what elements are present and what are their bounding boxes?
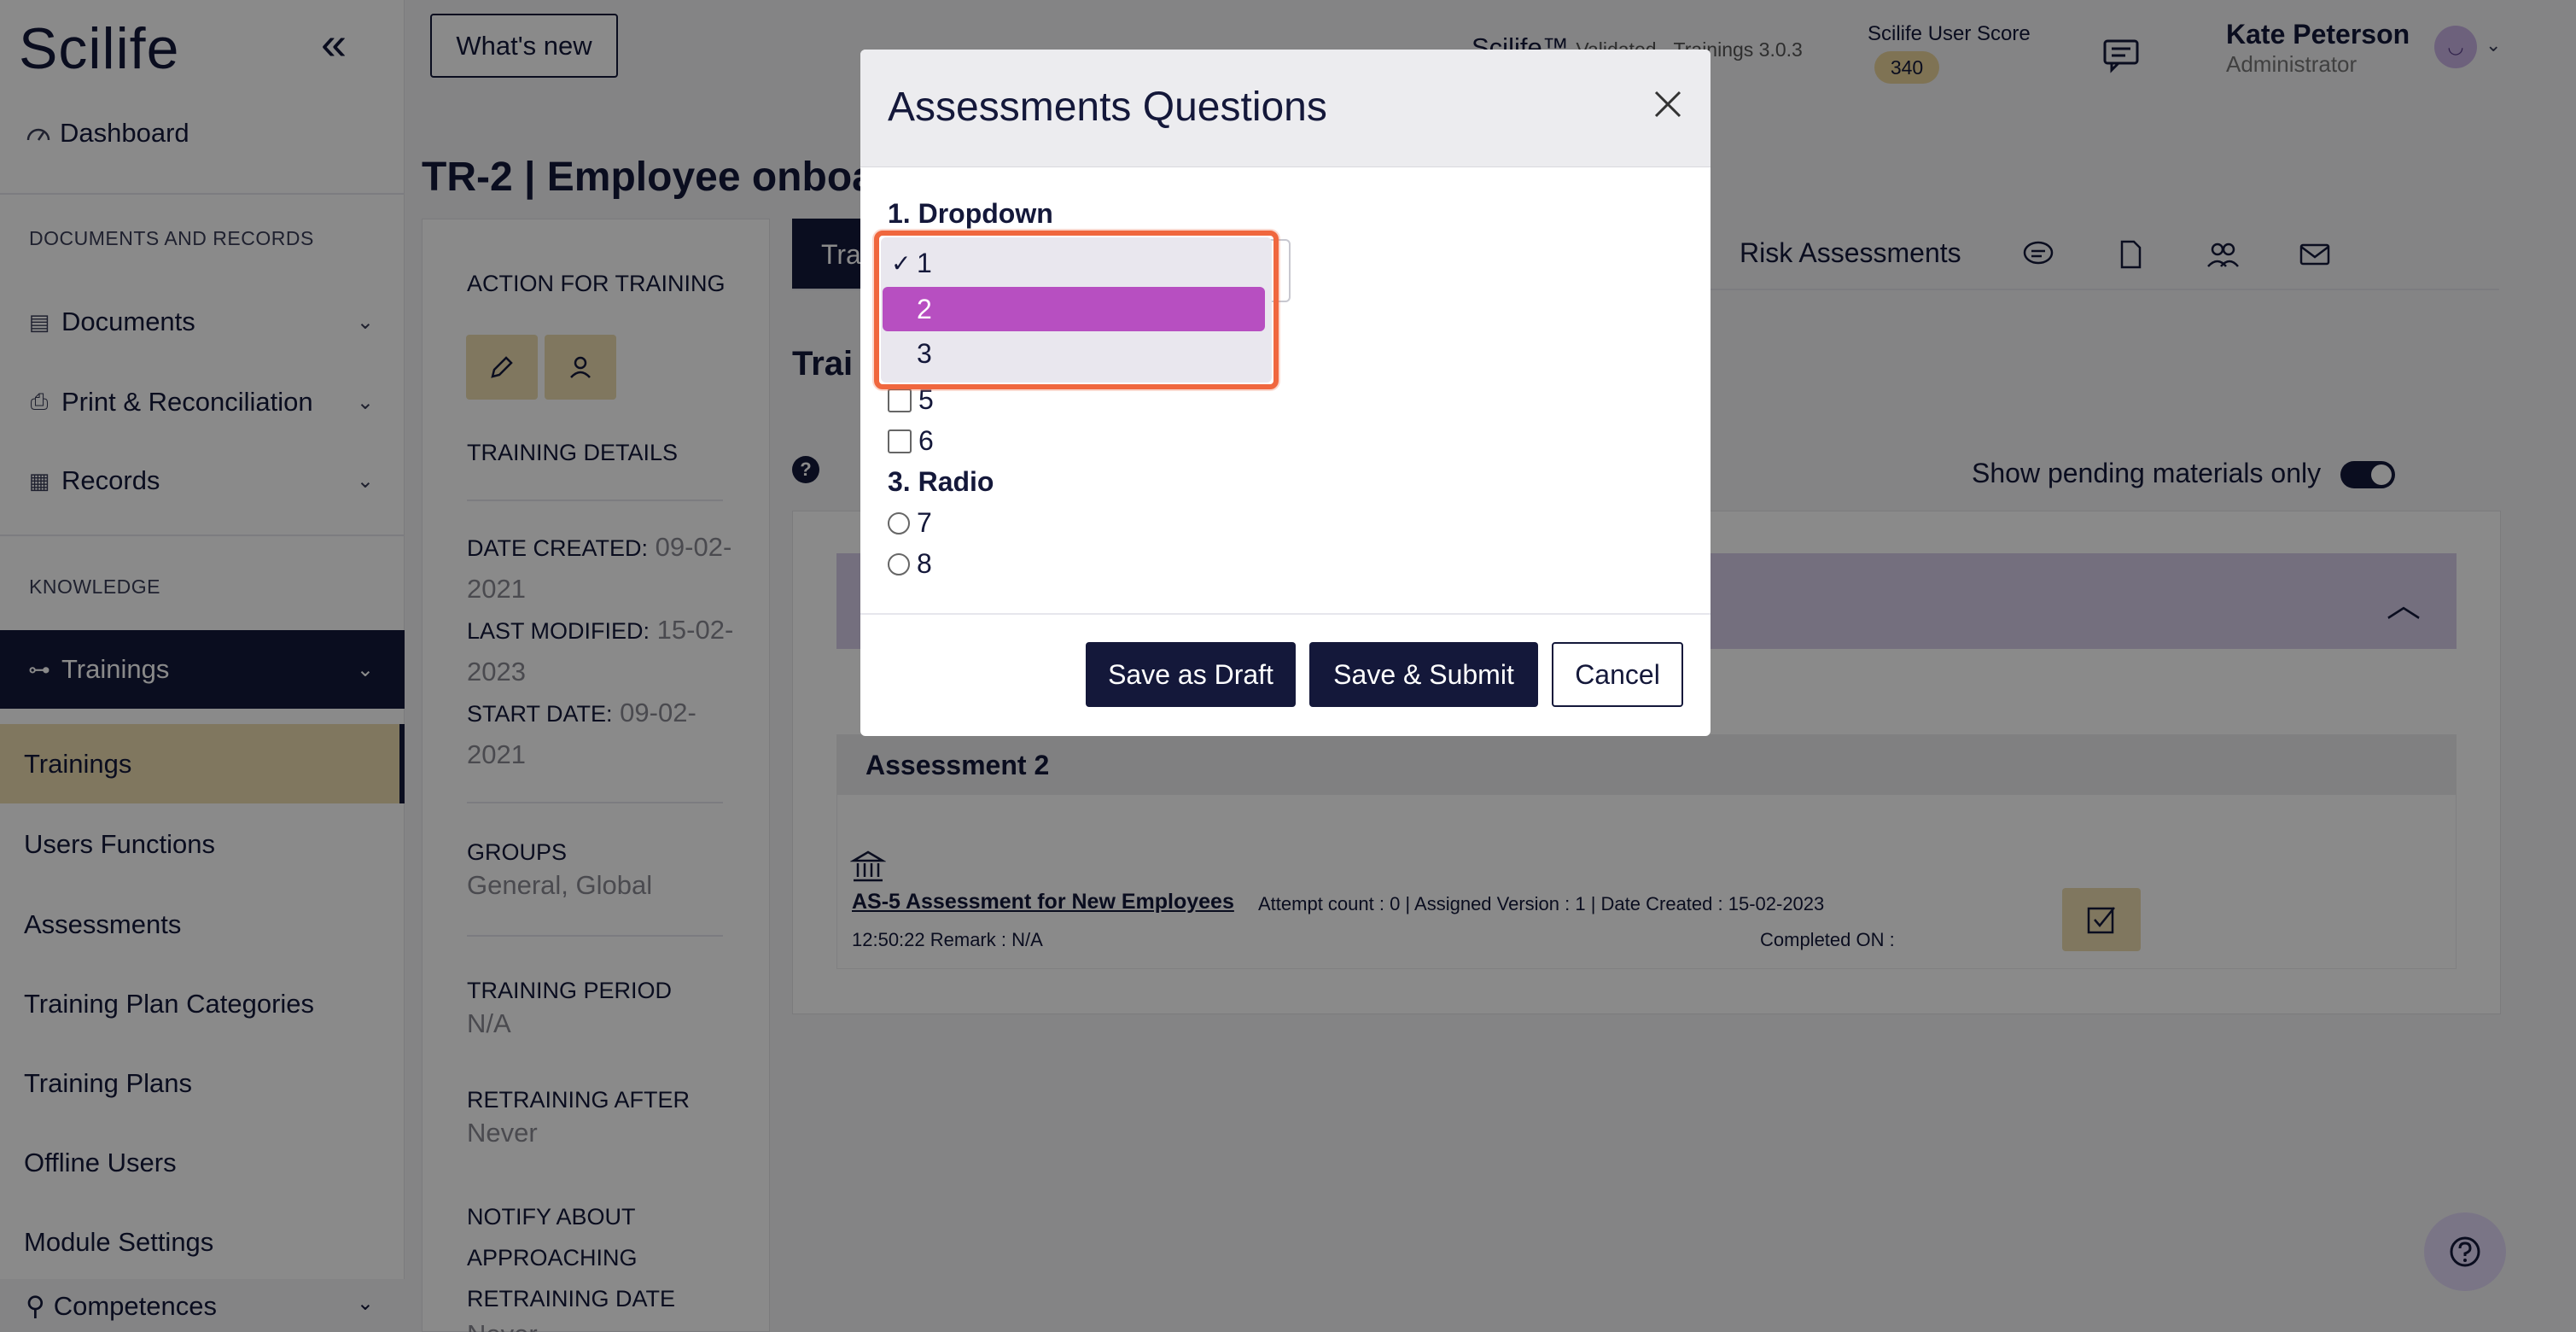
close-icon[interactable]	[1647, 84, 1688, 125]
cancel-button[interactable]: Cancel	[1552, 642, 1683, 707]
radio-button[interactable]	[888, 552, 910, 575]
question-1-title: 1. Dropdown	[888, 198, 1053, 229]
question-3-option[interactable]: 8	[888, 548, 932, 580]
assessments-questions-modal: Assessments Questions 1. Dropdown 5 6 3.…	[860, 50, 1711, 736]
dropdown-options-list: 1 2 3	[881, 237, 1272, 383]
checkbox[interactable]	[888, 429, 912, 453]
modal-header: Assessments Questions	[860, 50, 1711, 167]
checkbox[interactable]	[888, 388, 912, 412]
divider	[860, 613, 1711, 615]
save-and-submit-button[interactable]: Save & Submit	[1309, 642, 1538, 707]
question-3-option[interactable]: 7	[888, 507, 932, 539]
dropdown-option[interactable]: 2	[883, 287, 1265, 331]
question-2-option[interactable]: 6	[888, 425, 934, 457]
option-label: 8	[917, 548, 932, 579]
radio-button[interactable]	[888, 511, 910, 535]
save-as-draft-button[interactable]: Save as Draft	[1086, 642, 1296, 707]
question-3-title: 3. Radio	[888, 466, 994, 497]
dropdown-option[interactable]: 1	[883, 241, 1263, 285]
dropdown-option[interactable]: 3	[883, 331, 1263, 376]
option-label: 6	[918, 425, 934, 456]
modal-title: Assessments Questions	[888, 85, 1327, 130]
option-label: 7	[917, 507, 932, 538]
